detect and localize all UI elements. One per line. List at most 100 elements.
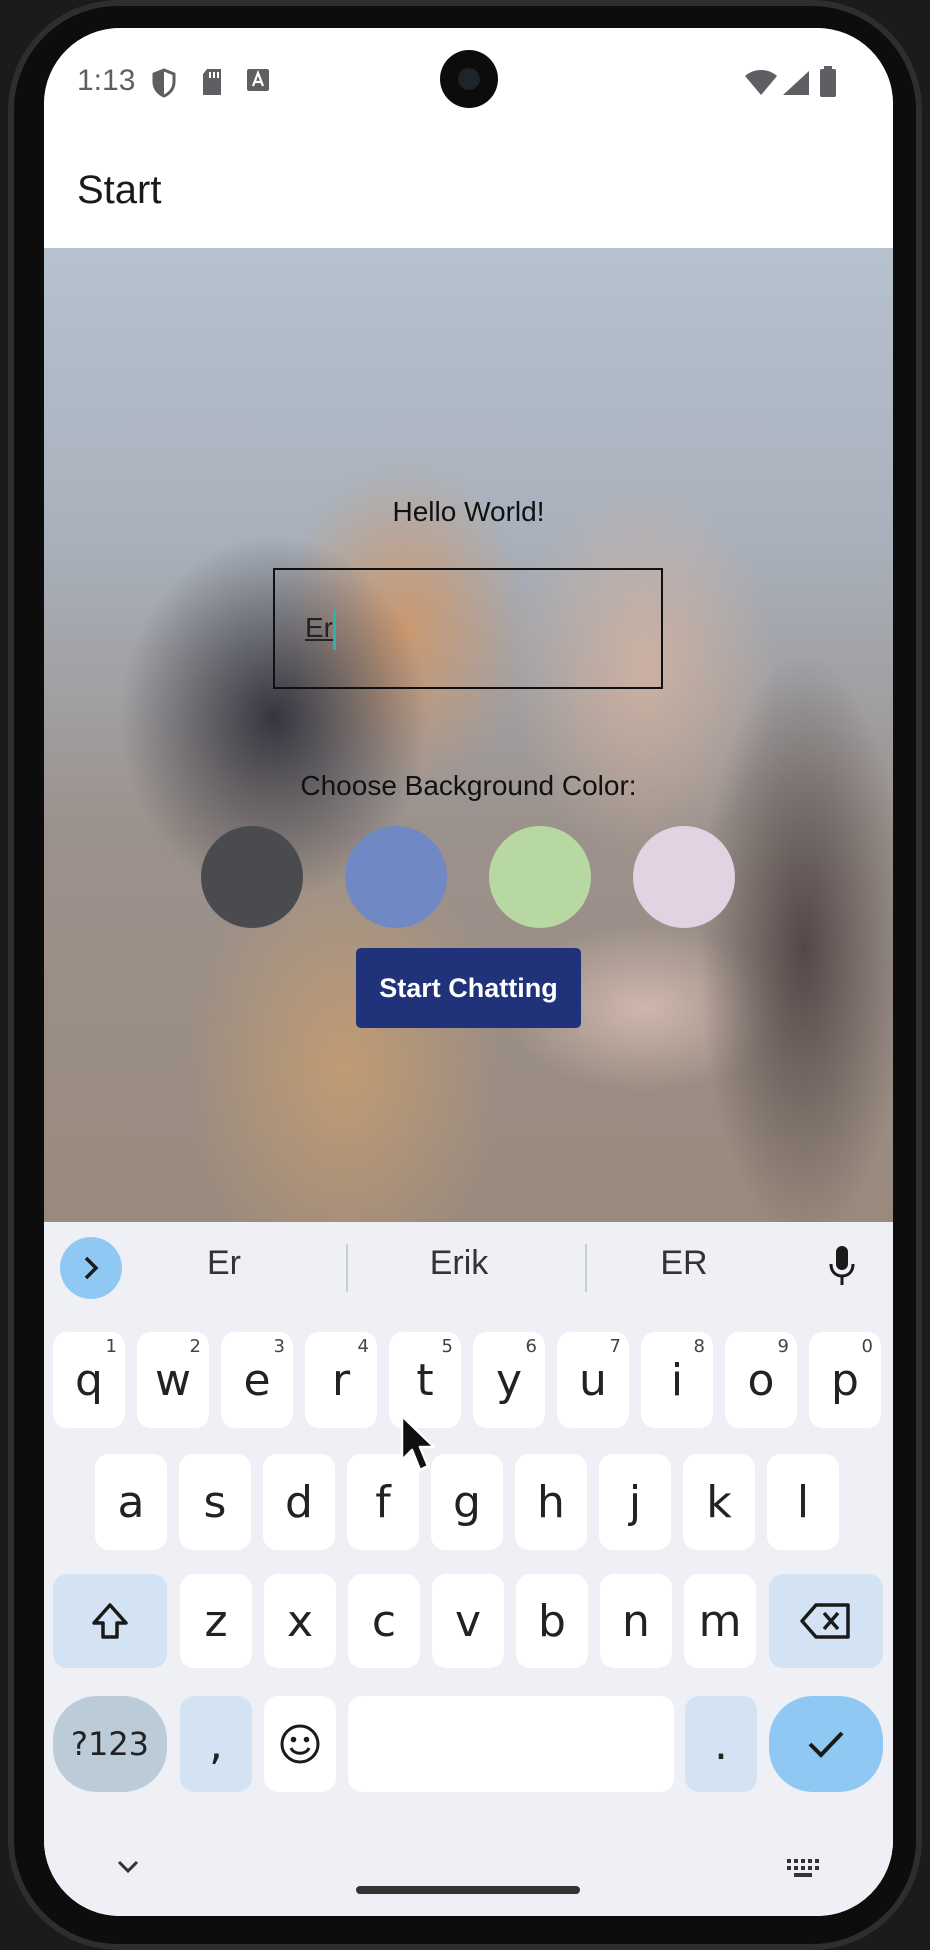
key-number-hint: 9: [777, 1336, 789, 1357]
key-z[interactable]: z: [180, 1574, 252, 1668]
key-c[interactable]: c: [348, 1574, 420, 1668]
key-label: e: [243, 1354, 271, 1406]
key-label: x: [286, 1595, 314, 1647]
suggestion-bar: Er Erik ER: [44, 1222, 893, 1312]
key-label: m: [698, 1595, 742, 1647]
key-o[interactable]: o9: [725, 1332, 797, 1428]
shield-icon: [152, 68, 176, 98]
key-w[interactable]: w2: [137, 1332, 209, 1428]
key-label: g: [453, 1476, 481, 1528]
microphone-icon[interactable]: [827, 1244, 857, 1288]
color-swatch-pink[interactable]: [633, 826, 735, 928]
sd-card-icon: [203, 69, 221, 95]
name-input-value: Er: [305, 612, 333, 643]
key-i[interactable]: i8: [641, 1332, 713, 1428]
key-label: j: [628, 1476, 642, 1528]
home-gesture-pill[interactable]: [356, 1886, 580, 1894]
key-label: y: [495, 1354, 523, 1406]
key-d[interactable]: d: [263, 1454, 335, 1550]
key-label: r: [331, 1354, 351, 1406]
key-label: c: [371, 1595, 397, 1647]
key-label: h: [537, 1476, 565, 1528]
suggestion-3[interactable]: ER: [624, 1244, 744, 1283]
key-g[interactable]: g: [431, 1454, 503, 1550]
navigation-bar: [44, 1842, 893, 1916]
key-h[interactable]: h: [515, 1454, 587, 1550]
key-number-hint: 1: [105, 1336, 117, 1357]
key-label: w: [155, 1354, 191, 1406]
key-number-hint: 8: [693, 1336, 705, 1357]
key-b[interactable]: b: [516, 1574, 588, 1668]
suggestion-2[interactable]: Erik: [374, 1244, 544, 1283]
keyboard-switch-icon[interactable]: [786, 1858, 820, 1878]
text-caret: [333, 610, 336, 650]
expand-toolbar-button[interactable]: [60, 1237, 122, 1299]
wifi-icon: [745, 70, 777, 95]
key-label: f: [375, 1476, 391, 1528]
key-label: i: [670, 1354, 684, 1406]
key-label: d: [285, 1476, 313, 1528]
key-u[interactable]: u7: [557, 1332, 629, 1428]
start-screen-background: Hello World! Er Choose Background Color:…: [44, 248, 893, 1222]
cell-signal-icon: [783, 71, 809, 95]
suggestion-1[interactable]: Er: [164, 1244, 284, 1283]
key-m[interactable]: m: [684, 1574, 756, 1668]
key-n[interactable]: n: [600, 1574, 672, 1668]
front-camera: [440, 50, 498, 108]
symbols-key[interactable]: ?123: [53, 1696, 167, 1792]
comma-key[interactable]: ,: [180, 1696, 252, 1792]
status-time: 1:13: [77, 64, 136, 97]
key-number-hint: 5: [441, 1336, 453, 1357]
app-bar: [44, 138, 893, 248]
key-number-hint: 7: [609, 1336, 621, 1357]
key-label: p: [831, 1354, 859, 1406]
key-number-hint: 3: [273, 1336, 285, 1357]
key-label: v: [454, 1595, 482, 1647]
key-label: l: [796, 1476, 810, 1528]
color-swatch-green[interactable]: [489, 826, 591, 928]
key-j[interactable]: j: [599, 1454, 671, 1550]
key-e[interactable]: e3: [221, 1332, 293, 1428]
key-s[interactable]: s: [179, 1454, 251, 1550]
emoji-key[interactable]: [264, 1696, 336, 1792]
backspace-key[interactable]: [769, 1574, 883, 1668]
key-label: t: [416, 1354, 434, 1406]
key-y[interactable]: y6: [473, 1332, 545, 1428]
key-p[interactable]: p0: [809, 1332, 881, 1428]
suggestion-divider: [585, 1244, 587, 1292]
key-v[interactable]: v: [432, 1574, 504, 1668]
chevron-down-icon[interactable]: [116, 1858, 140, 1876]
start-chatting-button[interactable]: Start Chatting: [356, 948, 581, 1028]
name-input[interactable]: Er: [273, 568, 663, 689]
suggestion-divider: [346, 1244, 348, 1292]
choose-color-label: Choose Background Color:: [300, 770, 637, 801]
space-key[interactable]: [348, 1696, 674, 1792]
shift-arrow-icon: [92, 1603, 128, 1639]
shift-key[interactable]: [53, 1574, 167, 1668]
mouse-pointer-icon: [400, 1414, 436, 1472]
key-label: a: [117, 1476, 145, 1528]
key-number-hint: 4: [357, 1336, 369, 1357]
emoji-icon: [280, 1724, 320, 1764]
key-label: s: [203, 1476, 227, 1528]
device-screen: 1:13 Start Hello World! Er Choose Backgr…: [44, 28, 893, 1916]
key-q[interactable]: q1: [53, 1332, 125, 1428]
color-swatch-dark[interactable]: [201, 826, 303, 928]
status-bar: 1:13: [44, 28, 893, 138]
key-number-hint: 0: [861, 1336, 873, 1357]
key-r[interactable]: r4: [305, 1332, 377, 1428]
soft-keyboard: Er Erik ER q1w2e3r4t5y6u7i8o9p0 asdfghjk…: [44, 1222, 893, 1916]
keyboard-a-icon: [247, 69, 269, 91]
done-key[interactable]: [769, 1696, 883, 1792]
key-a[interactable]: a: [95, 1454, 167, 1550]
backspace-icon: [800, 1603, 850, 1639]
period-key[interactable]: .: [685, 1696, 757, 1792]
color-swatch-blue[interactable]: [345, 826, 447, 928]
key-label: k: [706, 1476, 732, 1528]
key-k[interactable]: k: [683, 1454, 755, 1550]
key-label: o: [747, 1354, 775, 1406]
greeting-text: Hello World!: [392, 496, 545, 527]
key-x[interactable]: x: [264, 1574, 336, 1668]
key-l[interactable]: l: [767, 1454, 839, 1550]
key-label: b: [538, 1595, 566, 1647]
